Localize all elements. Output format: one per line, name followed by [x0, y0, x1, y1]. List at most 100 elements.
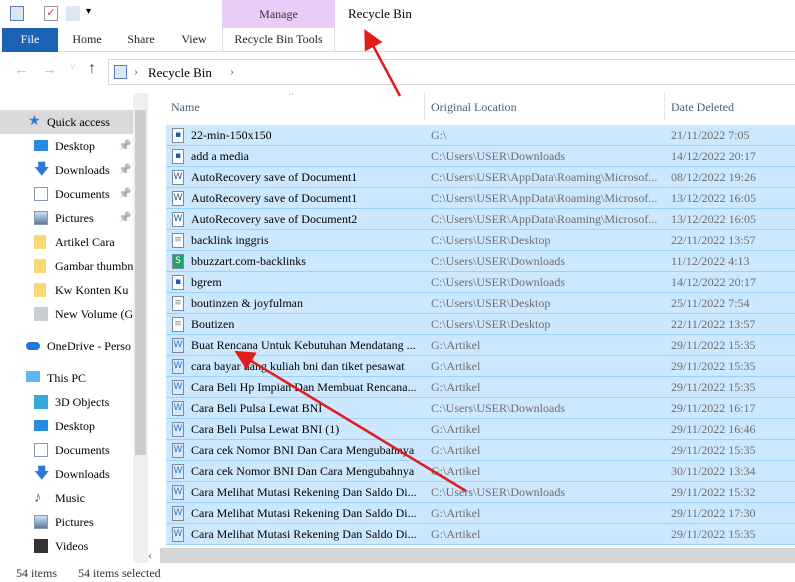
nav-quick-kw-konten-ku[interactable]: Kw Konten Ku	[0, 278, 133, 302]
up-button[interactable]: ↑	[88, 60, 96, 78]
column-original-location[interactable]: Original Location	[431, 100, 517, 115]
pin-icon[interactable]: 📌	[118, 134, 132, 158]
nav-pc-downloads[interactable]: 🡇 Downloads	[0, 462, 133, 486]
cell-date: 29/11/2022 15:35	[671, 359, 756, 373]
sort-ascending-icon: ^	[289, 93, 294, 100]
recycle-bin-icon	[114, 65, 127, 79]
cell-name: Buat Rencana Untuk Kebutuhan Mendatang .…	[191, 338, 416, 352]
file-row[interactable]: W Cara Beli Pulsa Lewat BNI C:\Users\USER\…	[166, 398, 795, 419]
nav-quick-access[interactable]: ★ Quick access	[0, 110, 133, 134]
file-row[interactable]: W AutoRecovery save of Document1 C:\Users\…	[166, 167, 795, 188]
customize-qat-icon[interactable]: ▾	[86, 6, 100, 21]
file-row[interactable]: ▪ add a media C:\Users\USER\Downloads 14/12…	[166, 146, 795, 167]
cell-name: add a media	[191, 149, 249, 163]
recent-locations-button[interactable]: ˅	[70, 62, 76, 73]
file-row[interactable]: W AutoRecovery save of Document2 C:\Users\…	[166, 209, 795, 230]
pictures-icon	[34, 515, 48, 529]
back-button[interactable]: ←	[14, 62, 29, 79]
file-row[interactable]: Wcara bayar uang kuliah bni dan tiket pe…	[166, 356, 795, 377]
tab-recycle-bin-tools[interactable]: Recycle Bin Tools	[222, 28, 335, 52]
file-row[interactable]: W AutoRecovery save of Document1 C:\Users\…	[166, 188, 795, 209]
nav-pc-videos[interactable]: Videos	[0, 534, 133, 558]
file-row[interactable]: W Cara Melihat Mutasi Rekening Dan Saldo …	[166, 503, 795, 524]
file-row[interactable]: W Cara cek Nomor BNI Dan Cara Mengubahnya…	[166, 461, 795, 482]
file-row[interactable]: W Buat Rencana Untuk Kebutuhan Mendatang …	[166, 335, 795, 356]
nav-pc-desktop[interactable]: Desktop	[0, 414, 133, 438]
nav-pc-music[interactable]: ♪ Music	[0, 486, 133, 510]
tab-share[interactable]: Share	[118, 28, 164, 52]
nav-pc-3d-objects[interactable]: 3D Objects	[0, 390, 133, 414]
file-row[interactable]: Sbbuzzart.com-backlinks C:\Users\USER\Dow…	[166, 251, 795, 272]
nav-pc-pictures[interactable]: Pictures	[0, 510, 133, 534]
pin-icon[interactable]: 📌	[118, 206, 132, 230]
folder-icon	[34, 235, 46, 249]
cell-name: Cara cek Nomor BNI Dan Cara Mengubahnya	[191, 464, 415, 478]
word-file-icon: W	[172, 422, 184, 437]
desktop-icon	[34, 420, 48, 431]
file-row[interactable]: W Cara Beli Pulsa Lewat BNI (1) G:\Artikel…	[166, 419, 795, 440]
new-folder-icon[interactable]	[66, 6, 80, 21]
column-name[interactable]: Name	[171, 100, 200, 115]
word-file-icon: W	[172, 401, 184, 416]
nav-item-label: Videos	[55, 539, 89, 553]
nav-quick-documents[interactable]: Documents 📌	[0, 182, 133, 206]
breadcrumb-chevron[interactable]: ›	[230, 64, 234, 79]
address-field[interactable]: › Recycle Bin ›	[108, 59, 795, 85]
nav-quick-new-volume-g[interactable]: New Volume (G	[0, 302, 133, 326]
pin-icon[interactable]: 📌	[118, 158, 132, 182]
file-row[interactable]: W Cara Melihat Mutasi Rekening Dan Saldo …	[166, 482, 795, 503]
file-row[interactable]: W Cara cek Nomor BNI Dan Cara Mengubahnya…	[166, 440, 795, 461]
breadcrumb-recycle-bin[interactable]: Recycle Bin	[148, 65, 212, 81]
nav-onedrive[interactable]: OneDrive - Perso	[0, 334, 133, 358]
nav-scroll-thumb[interactable]	[135, 110, 146, 455]
recycle-bin-icon[interactable]	[10, 6, 24, 21]
cell-date: 13/12/2022 16:05	[671, 191, 757, 205]
tab-file[interactable]: File	[2, 28, 58, 52]
word-recovery-file-icon: W	[172, 212, 184, 227]
star-icon: ★	[28, 114, 41, 129]
cell-loc: G:\Artikel	[431, 443, 481, 457]
breadcrumb-separator: ›	[134, 64, 138, 78]
nav-quick-desktop[interactable]: Desktop 📌	[0, 134, 133, 158]
nav-quick-downloads[interactable]: 🡇 Downloads 📌	[0, 158, 133, 182]
computer-icon	[26, 371, 40, 382]
cell-name: Cara Melihat Mutasi Rekening Dan Saldo D…	[191, 485, 417, 499]
pin-icon[interactable]: 📌	[118, 182, 132, 206]
context-tab-manage[interactable]: Manage	[222, 0, 335, 28]
file-list: ^ Name Original Location Date Deleted ▪ 2…	[160, 93, 795, 548]
nav-quick-artikel-cara[interactable]: Artikel Cara	[0, 230, 133, 254]
horizontal-scrollbar[interactable]: ‹	[148, 548, 795, 563]
nav-quick-pictures[interactable]: Pictures 📌	[0, 206, 133, 230]
nav-item-label: Pictures	[55, 211, 94, 225]
cell-date: 29/11/2022 16:17	[671, 401, 756, 415]
nav-item-label: New Volume (G	[55, 307, 133, 321]
cell-name: AutoRecovery save of Document2	[191, 212, 358, 226]
forward-button[interactable]: →	[42, 62, 57, 79]
scroll-left-icon[interactable]: ‹	[148, 548, 152, 563]
file-row[interactable]: ≡ backlink inggris C:\Users\USER\Desktop 22…	[166, 230, 795, 251]
image-file-icon: ▪	[172, 128, 184, 143]
nav-quick-gambar-thumbn[interactable]: Gambar thumbn	[0, 254, 133, 278]
nav-pc-documents[interactable]: Documents	[0, 438, 133, 462]
word-file-icon: W	[172, 359, 184, 374]
tab-view[interactable]: View	[172, 28, 216, 52]
file-row[interactable]: W Cara Melihat Mutasi Rekening Dan Saldo …	[166, 524, 795, 545]
file-row[interactable]: W Cara Beli Hp Impian Dan Membuat Rencana…	[166, 377, 795, 398]
tab-home[interactable]: Home	[62, 28, 112, 52]
cell-name: cara bayar uang kuliah bni dan tiket pes…	[191, 359, 405, 373]
text-file-icon: ≡	[172, 317, 184, 332]
file-row[interactable]: ▪ bgrem C:\Users\USER\Downloads 14/12/2022 …	[166, 272, 795, 293]
nav-this-pc[interactable]: This PC	[0, 366, 133, 390]
cell-date: 30/11/2022 13:34	[671, 464, 756, 478]
properties-icon[interactable]: ✓	[44, 6, 58, 21]
word-recovery-file-icon: W	[172, 191, 184, 206]
cell-name: 22-min-150x150	[191, 128, 272, 142]
file-row[interactable]: ≡ Boutizen C:\Users\USER\Desktop 22/11/2022…	[166, 314, 795, 335]
cell-name: Cara Beli Pulsa Lewat BNI	[191, 401, 323, 415]
file-row[interactable]: ▪ 22-min-150x150 G:\ 21/11/2022 7:05	[166, 125, 795, 146]
file-row[interactable]: ≡ boutinzen & joyfulman C:\Users\USER\Desk…	[166, 293, 795, 314]
sheet-file-icon: S	[172, 254, 184, 269]
column-date-deleted[interactable]: Date Deleted	[671, 100, 734, 115]
ribbon-tabs: File Home Share View Recycle Bin Tools	[0, 28, 795, 52]
cell-loc: G:\Artikel	[431, 359, 481, 373]
